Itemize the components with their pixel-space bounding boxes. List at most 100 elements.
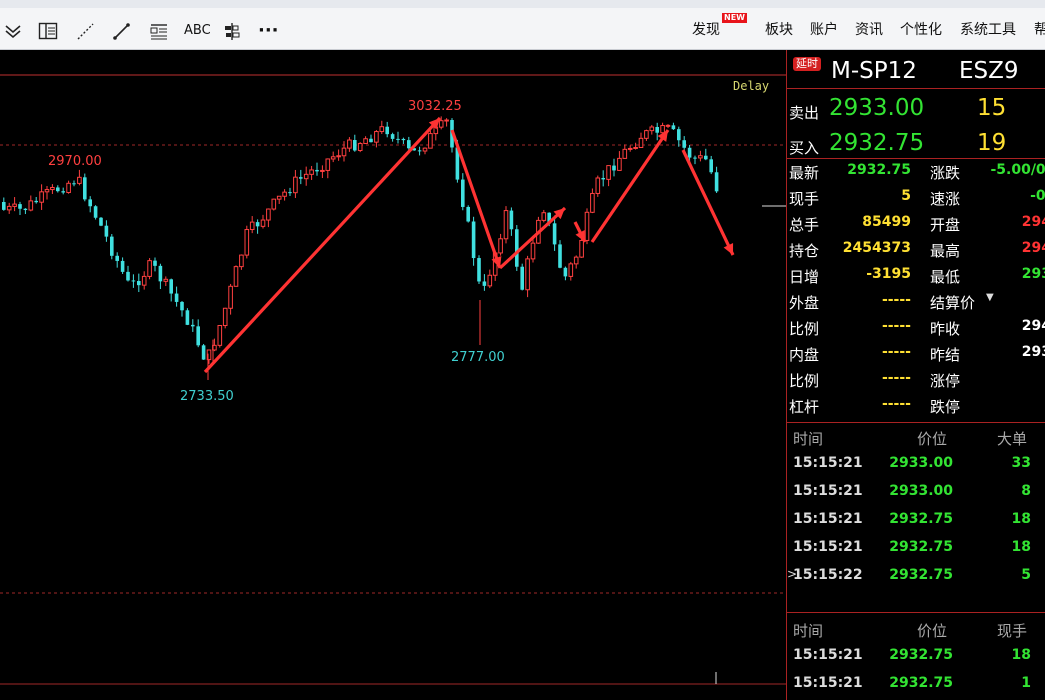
chart-canvas: Delay 3032.25 2970.00 2777.00 2733.50 — [0, 74, 786, 685]
candle — [315, 162, 319, 176]
menu-account[interactable]: 账户 — [810, 18, 838, 44]
candle-body — [110, 236, 114, 256]
candle — [595, 175, 601, 197]
candle — [655, 122, 659, 141]
candle-body — [12, 203, 17, 207]
candle-body — [353, 140, 357, 151]
candle-body — [515, 229, 519, 267]
candle — [357, 142, 363, 153]
candle — [461, 173, 465, 211]
candle-body — [471, 221, 476, 259]
candle-body — [627, 147, 633, 150]
layout-panel-icon[interactable] — [38, 18, 58, 44]
stat-label: 杠杆 — [789, 398, 820, 416]
candle-body — [196, 326, 200, 346]
candle-body — [487, 274, 493, 287]
trade-volume: 18 — [1011, 647, 1031, 663]
menu-system-tools[interactable]: 系统工具 — [960, 18, 1016, 44]
candle — [601, 170, 605, 187]
candle-body — [282, 191, 287, 197]
stat-value: ----- — [881, 318, 911, 334]
menu-personalize[interactable]: 个性化 — [900, 18, 942, 44]
candle-body — [56, 187, 60, 192]
candle — [671, 122, 676, 130]
text-list-icon[interactable] — [149, 18, 169, 44]
candle-body — [50, 186, 55, 191]
candle — [180, 300, 184, 317]
menu-news[interactable]: 资讯 — [855, 18, 883, 44]
menu-sector[interactable]: 板块 — [765, 18, 793, 44]
candle-body — [584, 211, 590, 241]
line-tool-icon[interactable] — [112, 18, 132, 44]
candle — [18, 201, 22, 216]
candle — [568, 261, 574, 281]
candle — [28, 195, 34, 212]
stat-label: 速涨 — [930, 190, 961, 208]
candle-body — [120, 260, 125, 272]
text-tool-button[interactable]: ABC — [184, 18, 211, 44]
candle-body — [244, 229, 250, 256]
candle — [325, 158, 331, 179]
candle — [276, 195, 282, 204]
dashed-line-icon[interactable] — [76, 18, 96, 44]
bid-label: 买入 — [789, 139, 820, 157]
trade-time: 15:15:21 — [793, 675, 863, 691]
candle-body — [396, 138, 400, 140]
candle — [115, 252, 119, 268]
stat-value: ----- — [881, 396, 911, 412]
candle — [444, 118, 449, 127]
candle — [525, 255, 530, 298]
candle-body — [233, 266, 239, 287]
chevron-double-down-icon[interactable] — [4, 18, 22, 44]
candle-body — [568, 263, 574, 277]
candle-body — [104, 225, 109, 237]
stat-value: 294 — [1021, 318, 1045, 334]
candle-body — [612, 165, 616, 171]
menu-discover[interactable]: 发现 — [692, 18, 720, 44]
candle — [260, 214, 266, 229]
candle — [515, 225, 519, 271]
candle — [606, 165, 611, 187]
candle-body — [276, 195, 282, 200]
candle-body — [590, 192, 595, 213]
candlestick-chart[interactable]: Delay 3032.25 2970.00 2777.00 2733.50 — [0, 50, 786, 700]
candle-body — [217, 325, 223, 346]
candle — [353, 134, 357, 152]
candle — [558, 240, 562, 269]
candle-body — [660, 125, 665, 134]
candle — [244, 225, 250, 259]
menu-help[interactable]: 帮 — [1034, 18, 1045, 44]
candle-body — [341, 147, 347, 157]
candle-body — [573, 256, 579, 265]
candle — [93, 205, 98, 220]
trade-time: 15:15:22 — [793, 567, 863, 583]
candle — [141, 271, 147, 290]
candle-body — [255, 222, 260, 227]
candle-body — [185, 310, 190, 325]
candle-body — [552, 223, 557, 245]
candle — [6, 202, 12, 214]
settle-dropdown-icon[interactable]: ▼ — [986, 292, 994, 303]
candle — [704, 148, 708, 161]
candle-body — [369, 138, 373, 143]
candle-body — [503, 210, 509, 240]
separator — [787, 158, 1045, 159]
candle — [2, 197, 6, 211]
col-header-price: 价位 — [917, 622, 948, 640]
candle-body — [147, 260, 152, 277]
candle-body — [299, 177, 303, 179]
stat-label: 外盘 — [789, 294, 820, 312]
candle-body — [541, 212, 547, 221]
candle — [617, 151, 622, 171]
stat-label: 最低 — [930, 268, 961, 286]
separator — [787, 612, 1045, 613]
candle — [396, 131, 400, 144]
candle — [320, 165, 325, 179]
candle-body — [677, 129, 681, 141]
align-icon[interactable] — [222, 18, 242, 44]
candle — [612, 158, 616, 177]
more-button[interactable]: ··· — [258, 18, 279, 44]
separator — [787, 88, 1045, 89]
trade-price: 2933.00 — [889, 455, 953, 471]
candle-body — [309, 169, 314, 175]
